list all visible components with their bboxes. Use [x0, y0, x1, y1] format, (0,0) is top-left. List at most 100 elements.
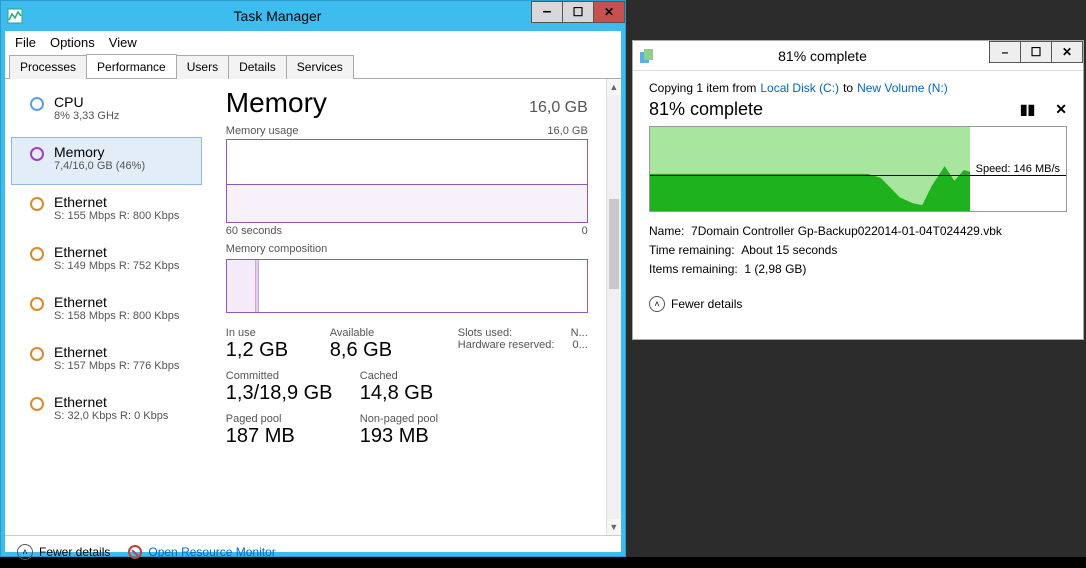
- sidebar-label: Memory: [54, 144, 145, 160]
- sidebar-sub: S: 149 Mbps R: 752 Kbps: [54, 260, 179, 272]
- ethernet-ring-icon: [30, 347, 44, 361]
- sidebar-label: Ethernet: [54, 344, 179, 360]
- axis-left: 60 seconds: [226, 225, 282, 237]
- scrollbar[interactable]: ▲ ▼: [606, 79, 621, 535]
- stat-value: 14,8 GB: [360, 382, 440, 405]
- page-title: Memory: [226, 87, 327, 119]
- stat-label: In use: [226, 327, 306, 339]
- pause-button[interactable]: ▮▮: [1020, 101, 1035, 118]
- usage-caption: Memory usage: [226, 125, 299, 137]
- sidebar-sub: 7,4/16,0 GB (46%): [54, 160, 145, 172]
- copy-throughput-chart[interactable]: Speed: 146 MB/s: [649, 126, 1067, 212]
- copy-dest-link[interactable]: New Volume (N:): [857, 81, 948, 95]
- copy-head-prefix: Copying 1 item from: [649, 81, 756, 95]
- stat-label: Hardware reserved:: [458, 339, 555, 351]
- tab-performance[interactable]: Performance: [86, 54, 177, 78]
- memory-ring-icon: [30, 147, 44, 161]
- stat-value: 8,6 GB: [330, 339, 410, 362]
- tab-strip: Processes Performance Users Details Serv…: [5, 54, 621, 79]
- scroll-down-icon[interactable]: ▼: [607, 519, 621, 535]
- sidebar-sub: S: 155 Mbps R: 800 Kbps: [54, 210, 179, 222]
- menu-file[interactable]: File: [15, 35, 36, 50]
- sidebar-item-ethernet[interactable]: Ethernet S: 32,0 Kbps R: 0 Kbps: [11, 387, 202, 435]
- stat-label: Paged pool: [226, 413, 336, 425]
- task-manager-icon: [7, 8, 23, 24]
- sidebar-label: Ethernet: [54, 194, 179, 210]
- copy-source-link[interactable]: Local Disk (C:): [760, 81, 839, 95]
- scroll-thumb[interactable]: [609, 199, 619, 289]
- sidebar-item-ethernet[interactable]: Ethernet S: 155 Mbps R: 800 Kbps: [11, 187, 202, 235]
- copy-speed: Speed: 146 MB/s: [976, 163, 1060, 175]
- sidebar-sub: S: 32,0 Kbps R: 0 Kbps: [54, 410, 168, 422]
- stat-value: 187 MB: [226, 425, 336, 448]
- sidebar: CPU 8% 3,33 GHz Memory 7,4/16,0 GB (46%)…: [5, 79, 208, 535]
- stat-label: Non-paged pool: [360, 413, 440, 425]
- memory-usage-chart[interactable]: [226, 139, 588, 223]
- close-button[interactable]: ✕: [1051, 41, 1083, 63]
- fewer-details-button[interactable]: ˄ Fewer details: [17, 544, 110, 560]
- chevron-up-icon: ˄: [17, 544, 33, 560]
- stat-value: 193 MB: [360, 425, 440, 448]
- menubar: File Options View: [5, 31, 621, 54]
- scroll-up-icon[interactable]: ▲: [607, 79, 621, 95]
- main-pane: Memory 16,0 GB Memory usage 16,0 GB 60 s…: [208, 79, 606, 535]
- close-button[interactable]: ✕: [593, 1, 625, 23]
- sidebar-item-ethernet[interactable]: Ethernet S: 149 Mbps R: 752 Kbps: [11, 237, 202, 285]
- detail-value: 1 (2,98 GB): [744, 262, 806, 276]
- stat-value: 1,3/18,9 GB: [226, 382, 336, 405]
- sidebar-label: CPU: [54, 94, 119, 110]
- tm-title: Task Manager: [23, 8, 532, 24]
- ethernet-ring-icon: [30, 247, 44, 261]
- minimize-button[interactable]: –: [989, 41, 1021, 63]
- comp-caption: Memory composition: [226, 243, 327, 255]
- minimize-button[interactable]: –: [531, 1, 563, 23]
- sidebar-label: Ethernet: [54, 244, 179, 260]
- copy-details: Name: 7Domain Controller Gp-Backup022014…: [649, 222, 1067, 280]
- sidebar-sub: 8% 3,33 GHz: [54, 110, 119, 122]
- tm-titlebar[interactable]: Task Manager – ☐ ✕: [1, 1, 625, 31]
- menu-options[interactable]: Options: [50, 35, 95, 50]
- ethernet-ring-icon: [30, 397, 44, 411]
- sidebar-label: Ethernet: [54, 294, 179, 310]
- stat-label: Cached: [360, 370, 440, 382]
- stat-label: Committed: [226, 370, 336, 382]
- detail-value: About 15 seconds: [741, 243, 837, 257]
- tab-details[interactable]: Details: [228, 55, 287, 79]
- copy-dialog-window: 81% complete – ☐ ✕ Copying 1 item from L…: [632, 40, 1084, 340]
- sidebar-sub: S: 157 Mbps R: 776 Kbps: [54, 360, 179, 372]
- footer: ˄ Fewer details Open Resource Monitor: [5, 535, 621, 568]
- ethernet-ring-icon: [30, 197, 44, 211]
- stat-label: Slots used:: [458, 327, 512, 339]
- menu-view[interactable]: View: [109, 35, 137, 50]
- stat-value: 1,2 GB: [226, 339, 306, 362]
- memory-total: 16,0 GB: [529, 99, 588, 117]
- sidebar-item-ethernet[interactable]: Ethernet S: 157 Mbps R: 776 Kbps: [11, 337, 202, 385]
- copy-icon: [639, 48, 655, 64]
- copy-head-to: to: [843, 81, 853, 95]
- maximize-button[interactable]: ☐: [1020, 41, 1052, 63]
- tab-users[interactable]: Users: [176, 55, 229, 79]
- fewer-details-button[interactable]: ˄ Fewer details: [649, 296, 1067, 312]
- memory-composition-chart[interactable]: [226, 259, 588, 313]
- copy-percent: 81% complete: [649, 99, 763, 120]
- cancel-button[interactable]: ✕: [1055, 101, 1067, 118]
- fewer-details-label: Fewer details: [671, 297, 742, 311]
- sidebar-item-memory[interactable]: Memory 7,4/16,0 GB (46%): [11, 137, 202, 185]
- tab-processes[interactable]: Processes: [9, 55, 87, 79]
- copy-title: 81% complete: [655, 48, 990, 64]
- tab-services[interactable]: Services: [286, 55, 354, 79]
- task-manager-window: Task Manager – ☐ ✕ File Options View Pro…: [0, 0, 626, 557]
- detail-label: Items remaining:: [649, 262, 738, 276]
- chevron-up-icon: ˄: [649, 296, 665, 312]
- sidebar-item-cpu[interactable]: CPU 8% 3,33 GHz: [11, 87, 202, 135]
- copy-titlebar[interactable]: 81% complete – ☐ ✕: [633, 41, 1083, 71]
- detail-label: Name:: [649, 224, 684, 238]
- sidebar-sub: S: 158 Mbps R: 800 Kbps: [54, 310, 179, 322]
- sidebar-item-ethernet[interactable]: Ethernet S: 158 Mbps R: 800 Kbps: [11, 287, 202, 335]
- stat-label: Available: [330, 327, 410, 339]
- axis-right: 0: [582, 225, 588, 237]
- maximize-button[interactable]: ☐: [562, 1, 594, 23]
- sidebar-label: Ethernet: [54, 394, 168, 410]
- ethernet-ring-icon: [30, 297, 44, 311]
- detail-label: Time remaining:: [649, 243, 735, 257]
